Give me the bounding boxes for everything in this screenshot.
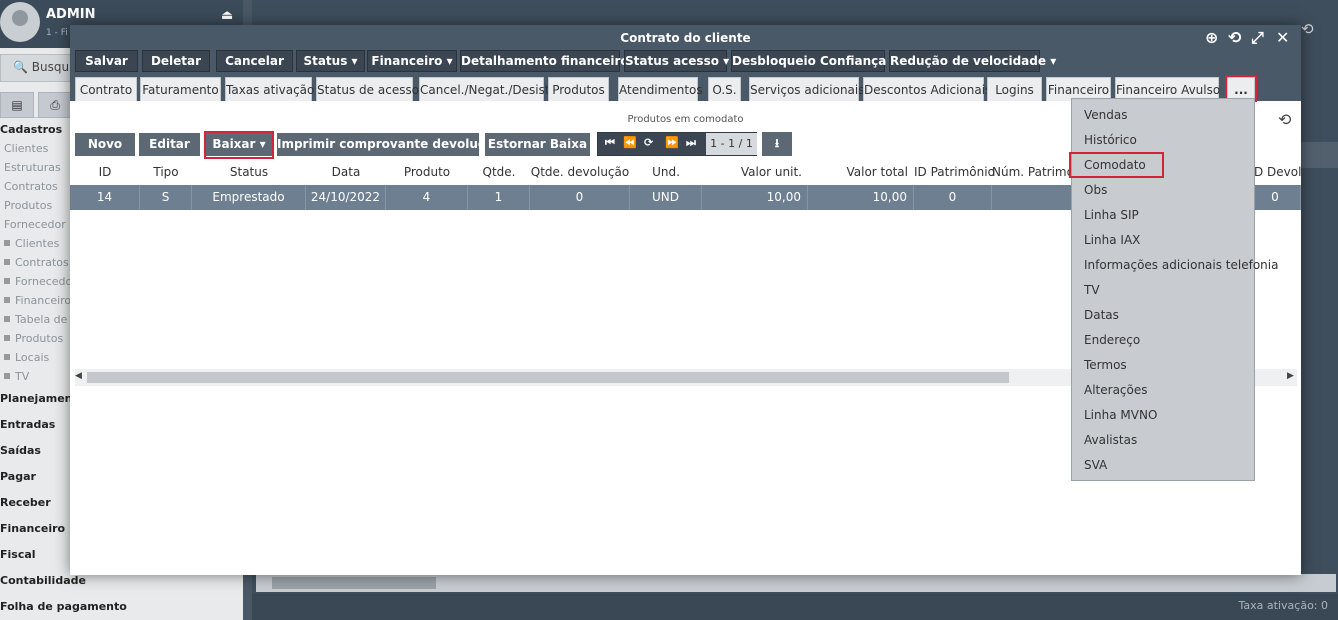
- menu-item[interactable]: SVA: [1072, 453, 1254, 478]
- logout-icon[interactable]: ⏏: [221, 8, 233, 23]
- user-name: ADMIN: [46, 7, 96, 22]
- tab[interactable]: Produtos: [548, 77, 609, 101]
- table-cell: 0: [530, 185, 630, 210]
- column-header[interactable]: Valor total: [808, 165, 914, 182]
- baixar-highlight: [204, 131, 274, 159]
- menu-item[interactable]: Histórico: [1072, 128, 1254, 153]
- next-page-icon[interactable]: ⏩: [665, 136, 679, 149]
- table-cell: 10,00: [702, 185, 808, 210]
- toolbar-button[interactable]: Cancelar: [216, 50, 293, 72]
- column-header[interactable]: Status: [192, 165, 306, 182]
- table-cell: 0: [914, 185, 992, 210]
- tab[interactable]: Status de acesso: [316, 77, 419, 101]
- menu-item[interactable]: Avalistas: [1072, 428, 1254, 453]
- table-cell: [992, 185, 1076, 210]
- table-cell: 4: [386, 185, 468, 210]
- background-history-icon[interactable]: ⟲: [1301, 20, 1314, 38]
- action-button[interactable]: Estornar Baixa: [485, 133, 590, 156]
- help-icon[interactable]: ⊕: [1205, 28, 1218, 47]
- table-cell: UND: [630, 185, 702, 210]
- column-header[interactable]: ID Patrimônio: [914, 165, 995, 182]
- tab[interactable]: Logins: [987, 77, 1042, 101]
- menu-item[interactable]: Linha SIP: [1072, 203, 1254, 228]
- last-page-icon[interactable]: ⏭: [686, 136, 696, 150]
- scroll-right-icon[interactable]: ▶: [1287, 371, 1294, 381]
- tab[interactable]: Descontos Adicionais: [863, 77, 991, 101]
- scroll-thumb[interactable]: [87, 372, 1009, 383]
- close-icon[interactable]: ✕: [1276, 28, 1289, 47]
- scroll-left-icon[interactable]: ◀: [75, 371, 82, 381]
- toolbar-button[interactable]: Deletar: [142, 50, 210, 72]
- background-scrollbar[interactable]: [256, 574, 1336, 592]
- table-cell: 1: [468, 185, 530, 210]
- table-cell: 14: [70, 185, 140, 210]
- action-button[interactable]: Imprimir comprovante devolução: [277, 133, 501, 156]
- column-header[interactable]: Núm. Patrimonia: [992, 165, 1092, 182]
- menu-item[interactable]: TV: [1072, 278, 1254, 303]
- first-page-icon[interactable]: ⏮: [605, 136, 615, 150]
- column-header[interactable]: Data: [306, 165, 386, 182]
- modal-title: Contrato do cliente: [620, 31, 751, 45]
- column-header[interactable]: Valor unit.: [702, 165, 808, 182]
- tab[interactable]: Serviços adicionais: [749, 77, 865, 101]
- menu-item[interactable]: Endereço: [1072, 328, 1254, 353]
- column-header[interactable]: Qtde.: [468, 165, 530, 182]
- tab[interactable]: Atendimentos: [618, 77, 703, 101]
- pager: ⏮ ⏪ ⟳ ⏩ ⏭ 1 - 1 / 1: [597, 132, 757, 156]
- tab[interactable]: Contrato: [75, 77, 137, 101]
- sidebar-group[interactable]: Folha de pagamento: [0, 594, 243, 620]
- toolbar-button[interactable]: Salvar: [75, 50, 138, 72]
- menu-item[interactable]: Datas: [1072, 303, 1254, 328]
- table-cell: 24/10/2022: [306, 185, 386, 210]
- pager-info: 1 - 1 / 1: [706, 133, 757, 155]
- tab[interactable]: Cancel./Negat./Desist.: [419, 77, 553, 101]
- action-button[interactable]: Novo: [75, 133, 135, 156]
- menu-item[interactable]: Linha MVNO: [1072, 403, 1254, 428]
- menu-list-icon[interactable]: ▤: [0, 92, 34, 118]
- toolbar-button[interactable]: Redução de velocidade ▾: [889, 50, 1056, 72]
- toolbar-button[interactable]: Desbloqueio Confiança ▾: [731, 50, 897, 72]
- avatar[interactable]: [0, 2, 40, 42]
- table-cell: Emprestado: [192, 185, 306, 210]
- menu-item[interactable]: Linha IAX: [1072, 228, 1254, 253]
- user-subtitle: 1 - Fi: [46, 28, 68, 38]
- menu-item[interactable]: Vendas: [1072, 103, 1254, 128]
- prev-page-icon[interactable]: ⏪: [623, 136, 637, 149]
- download-icon[interactable]: ⭳: [762, 132, 792, 156]
- column-header[interactable]: D Devolu: [1250, 165, 1301, 182]
- column-header[interactable]: Tipo: [140, 165, 192, 182]
- table-cell: S: [140, 185, 192, 210]
- expand-icon[interactable]: ⤢: [1251, 28, 1264, 48]
- toolbar-button[interactable]: Status acesso ▾: [624, 50, 729, 72]
- column-header[interactable]: Und.: [630, 165, 702, 182]
- table-cell: 10,00: [808, 185, 914, 210]
- refresh-icon[interactable]: ⟲: [1278, 110, 1291, 129]
- tab[interactable]: O.S.: [708, 77, 741, 101]
- toolbar-button[interactable]: Financeiro ▾: [367, 50, 457, 72]
- column-header[interactable]: Produto: [386, 165, 468, 182]
- tab[interactable]: Faturamento: [140, 77, 221, 101]
- action-button[interactable]: Editar: [139, 133, 200, 156]
- search-icon: 🔍: [13, 60, 28, 74]
- comodato-highlight: [1069, 152, 1164, 178]
- toolbar-button[interactable]: Status ▾: [296, 50, 365, 72]
- column-header[interactable]: Qtde. devolução: [530, 165, 630, 182]
- menu-item[interactable]: Obs: [1072, 178, 1254, 203]
- background-footer: Taxa ativação: 0: [252, 594, 1338, 620]
- search-input[interactable]: Busqu: [32, 60, 69, 74]
- menu-item[interactable]: Informações adicionais telefonia: [1072, 253, 1278, 278]
- toolbar-button[interactable]: Detalhamento financeiro: [460, 50, 629, 72]
- table-cell: 0: [1250, 185, 1301, 210]
- printer-icon[interactable]: ⎙: [38, 92, 72, 118]
- modal-header: Contrato do cliente ⊕ ⟲ ⤢ ✕ Salvar Deleta…: [70, 25, 1301, 101]
- menu-item[interactable]: Alterações: [1072, 378, 1254, 403]
- history-icon[interactable]: ⟲: [1228, 28, 1241, 47]
- reload-icon[interactable]: ⟳: [644, 136, 653, 149]
- column-header[interactable]: ID: [70, 165, 140, 182]
- menu-item[interactable]: Termos: [1072, 353, 1254, 378]
- tab[interactable]: Taxas ativação: [225, 77, 314, 101]
